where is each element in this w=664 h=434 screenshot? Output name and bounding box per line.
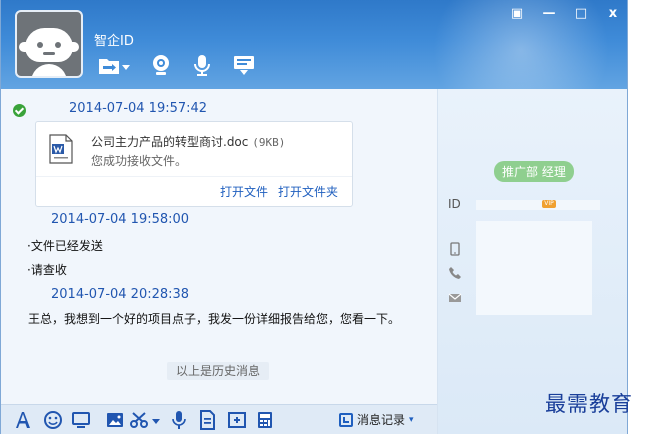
file-actions: 打开文件 打开文件夹 [220,183,338,200]
message-line: ·请查收 [27,263,67,277]
emoji-icon[interactable] [43,410,63,430]
avatar-brim [19,42,79,52]
voice-icon[interactable] [190,53,214,77]
input-toolbar: 消息记录 ▾ [1,404,437,434]
role-badge: 推广部 经理 [494,161,574,182]
id-label: ID [448,197,461,211]
file-size: (9KB) [252,136,286,149]
doc-icon[interactable] [197,410,217,430]
avatar-eye [55,42,61,48]
avatar-mouth [43,52,55,55]
file-name: 公司主力产品的转型商讨.doc (9KB) [91,133,285,150]
voice-message-icon[interactable] [169,410,189,430]
remote-desktop-icon[interactable] [232,53,256,77]
font-icon[interactable] [13,410,33,430]
message-timestamp: 2014-07-04 19:57:42 [69,101,208,116]
avatar-body [31,64,67,76]
chevron-down-icon: ▾ [409,414,414,425]
transfer-file-dropdown-icon[interactable] [121,53,131,77]
video-icon[interactable] [149,53,173,77]
phone-icon [448,241,462,256]
avatar[interactable] [15,10,83,78]
contact-details-box [476,221,592,315]
open-folder-link[interactable]: 打开文件夹 [278,183,338,200]
code-icon[interactable] [227,410,247,430]
file-status: 您成功接收文件。 [91,154,188,168]
screenshot-icon[interactable] [129,410,149,430]
minimize-icon[interactable]: — [539,4,559,24]
message-history-label: 消息记录 [357,413,406,427]
word-document-icon [48,134,74,164]
watermark: 最需教育 [545,392,633,416]
telephone-icon [448,265,462,279]
contact-info-panel: 推广部 经理 ID VIP [437,89,627,434]
close-icon[interactable]: x [603,4,623,24]
calculator-icon[interactable] [255,410,275,430]
id-value [476,200,600,210]
message-line: ·文件已经发送 [27,239,103,253]
contact-name[interactable]: 智企ID [94,30,134,49]
shake-icon[interactable] [71,410,91,430]
screenshot-dropdown-icon[interactable] [151,410,161,430]
file-name-text: 公司主力产品的转型商讨.doc [91,135,249,149]
message-timestamp: 2014-07-04 19:58:00 [51,212,190,227]
history-icon [339,412,353,427]
message-area[interactable]: 2014-07-04 19:57:42 公司主力产品的转型商讨.doc (9KB… [1,89,437,404]
message-text: 王总，我想到一个好的项目点子，我发一份详细报告给您，您看一下。 [28,312,401,326]
message-timestamp: 2014-07-04 20:28:38 [51,287,190,302]
avatar-eye [37,42,43,48]
mail-icon [448,290,462,304]
chat-header: 智企ID ▣ — □ x [1,0,627,89]
menu-icon[interactable]: ▣ [507,4,527,24]
maximize-icon[interactable]: □ [571,4,591,24]
file-transfer-card: 公司主力产品的转型商讨.doc (9KB) 您成功接收文件。 打开文件 打开文件… [35,121,353,207]
message-history-button[interactable]: 消息记录 ▾ [339,411,414,428]
success-check-icon [13,104,26,117]
chat-window: 智企ID ▣ — □ x 2014-07-04 19:57:42 公司主力产品的… [0,0,628,434]
transfer-file-icon[interactable] [97,53,121,77]
image-icon[interactable] [105,410,125,430]
vip-badge: VIP [542,200,556,208]
history-divider-note: 以上是历史消息 [167,362,269,380]
divider [36,176,352,177]
open-file-link[interactable]: 打开文件 [220,183,268,200]
window-controls: ▣ — □ x [507,4,623,24]
